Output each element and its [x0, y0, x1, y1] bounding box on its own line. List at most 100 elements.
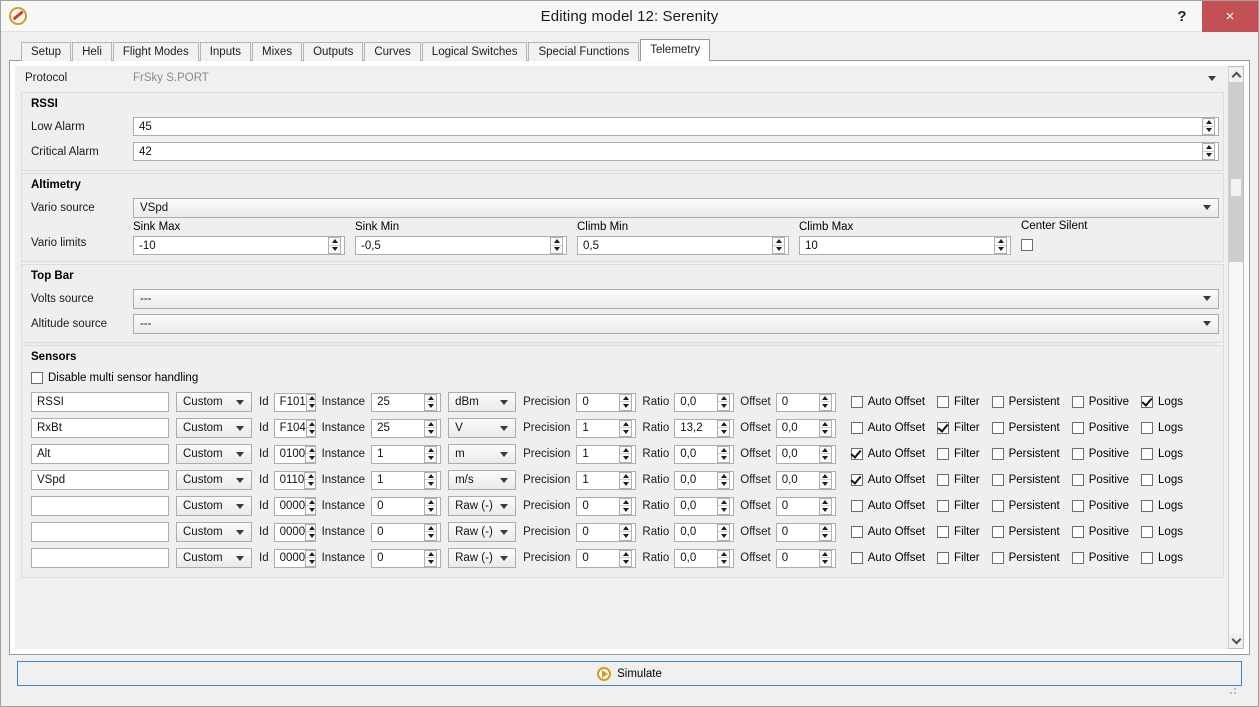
stepper-down-icon[interactable] — [718, 506, 729, 514]
sensor-ratio-input[interactable]: 0,0 — [674, 444, 735, 464]
sensor-instance-stepper[interactable] — [424, 497, 438, 515]
sensor-instance-input[interactable]: 25 — [371, 392, 442, 412]
sensor-ratio-stepper[interactable] — [717, 393, 731, 411]
sensor-type-combo[interactable]: Custom — [176, 496, 252, 516]
sensor-id-stepper[interactable] — [305, 549, 315, 567]
vario-limit-stepper[interactable] — [328, 237, 341, 254]
checkbox-box[interactable] — [850, 422, 863, 434]
persistent-checkbox[interactable]: Persistent — [991, 526, 1060, 538]
sensor-precision-stepper[interactable] — [619, 419, 633, 437]
stepper-up-icon[interactable] — [425, 551, 437, 558]
checkbox-box[interactable] — [1071, 500, 1084, 512]
positive-checkbox[interactable]: Positive — [1071, 526, 1129, 538]
checkbox-box[interactable] — [937, 448, 950, 460]
positive-checkbox[interactable]: Positive — [1071, 552, 1129, 564]
sensor-instance-stepper[interactable] — [424, 393, 438, 411]
checkbox-box[interactable] — [1071, 552, 1084, 564]
checkbox-box[interactable] — [1141, 552, 1154, 564]
checkbox-box[interactable] — [1141, 396, 1154, 408]
tab-telemetry[interactable]: Telemetry — [640, 39, 711, 61]
stepper-down-icon[interactable] — [620, 532, 631, 540]
sensor-name-input[interactable] — [31, 496, 169, 516]
scrollbar-track[interactable] — [1229, 82, 1243, 633]
auto-offset-checkbox[interactable]: Auto Offset — [850, 500, 925, 512]
logs-checkbox[interactable]: Logs — [1141, 396, 1183, 408]
sensor-ratio-stepper[interactable] — [717, 497, 731, 515]
low-alarm-stepper[interactable] — [1202, 118, 1215, 135]
tab-logical-switches[interactable]: Logical Switches — [421, 42, 528, 61]
vario-limit-stepper[interactable] — [994, 237, 1007, 254]
sensor-instance-input[interactable]: 25 — [371, 418, 442, 438]
vertical-scrollbar[interactable] — [1228, 66, 1244, 649]
tab-outputs[interactable]: Outputs — [303, 42, 364, 61]
tab-mixes[interactable]: Mixes — [252, 42, 303, 61]
sensor-unit-combo[interactable]: Raw (-) — [448, 496, 517, 516]
stepper-down-icon[interactable] — [718, 402, 729, 410]
simulate-button[interactable]: Simulate — [17, 661, 1242, 686]
stepper-down-icon[interactable] — [718, 558, 729, 566]
sensor-name-input[interactable]: RxBt — [31, 418, 169, 438]
sensor-instance-input[interactable]: 1 — [371, 444, 442, 464]
sensor-id-stepper[interactable] — [305, 393, 315, 411]
persistent-checkbox[interactable]: Persistent — [991, 552, 1060, 564]
stepper-down-icon[interactable] — [307, 402, 315, 410]
sensor-name-input[interactable] — [31, 522, 169, 542]
stepper-down-icon[interactable] — [306, 454, 315, 462]
stepper-down-icon[interactable] — [718, 428, 729, 436]
sensor-ratio-stepper[interactable] — [717, 523, 731, 541]
stepper-up-icon[interactable] — [306, 421, 315, 428]
checkbox-box[interactable] — [850, 500, 863, 512]
sensor-precision-input[interactable]: 1 — [576, 418, 637, 438]
filter-checkbox[interactable]: Filter — [937, 474, 980, 486]
stepper-up-icon[interactable] — [425, 447, 437, 454]
sensor-unit-combo[interactable]: dBm — [448, 392, 517, 412]
sensor-unit-combo[interactable]: m — [448, 444, 517, 464]
altitude-source-combo[interactable]: --- — [133, 313, 1219, 334]
stepper-up-icon[interactable] — [620, 473, 632, 480]
stepper-up-icon[interactable] — [620, 447, 632, 454]
stepper-down-icon[interactable] — [306, 532, 315, 540]
stepper-down-icon[interactable] — [718, 532, 729, 540]
checkbox-box[interactable] — [1071, 422, 1084, 434]
sensor-name-input[interactable]: Alt — [31, 444, 169, 464]
sensor-offset-stepper[interactable] — [818, 445, 832, 463]
sensor-ratio-stepper[interactable] — [717, 419, 731, 437]
checkbox-box[interactable] — [1141, 526, 1154, 538]
stepper-down-icon[interactable] — [820, 428, 831, 436]
vario-limit-input[interactable]: 10 — [799, 236, 1011, 255]
filter-checkbox[interactable]: Filter — [937, 526, 980, 538]
sensor-precision-stepper[interactable] — [619, 549, 633, 567]
positive-checkbox[interactable]: Positive — [1071, 500, 1129, 512]
stepper-down-icon[interactable] — [773, 246, 784, 254]
volts-source-combo[interactable]: --- — [133, 288, 1219, 309]
sensor-precision-input[interactable]: 0 — [576, 392, 637, 412]
sensor-name-input[interactable]: RSSI — [31, 392, 169, 412]
stepper-up-icon[interactable] — [620, 551, 632, 558]
stepper-down-icon[interactable] — [425, 558, 436, 566]
auto-offset-checkbox[interactable]: Auto Offset — [850, 422, 925, 434]
sensor-ratio-input[interactable]: 0,0 — [674, 522, 735, 542]
checkbox-box[interactable] — [1071, 448, 1084, 460]
sensor-instance-stepper[interactable] — [424, 445, 438, 463]
checkbox-box[interactable] — [991, 500, 1004, 512]
sensor-id-stepper[interactable] — [305, 445, 315, 463]
stepper-up-icon[interactable] — [718, 473, 730, 480]
tab-setup[interactable]: Setup — [21, 42, 72, 61]
sensor-instance-stepper[interactable] — [424, 471, 438, 489]
sensor-precision-input[interactable]: 0 — [576, 548, 637, 568]
stepper-up-icon[interactable] — [620, 395, 632, 402]
sensor-offset-input[interactable]: 0,0 — [775, 444, 836, 464]
checkbox-box[interactable] — [991, 526, 1004, 538]
checkbox-box[interactable] — [991, 396, 1004, 408]
checkbox-box[interactable] — [1071, 396, 1084, 408]
scrollbar-thumb[interactable] — [1229, 82, 1243, 262]
checkbox-box[interactable] — [850, 448, 863, 460]
sensor-id-stepper[interactable] — [304, 471, 315, 489]
help-button[interactable]: ? — [1162, 1, 1202, 32]
sensor-type-combo[interactable]: Custom — [176, 418, 252, 438]
sensor-ratio-stepper[interactable] — [717, 549, 731, 567]
critical-alarm-stepper[interactable] — [1202, 143, 1215, 160]
sensor-offset-input[interactable]: 0,0 — [775, 470, 836, 490]
sensor-id-input[interactable]: 0000 — [273, 548, 316, 568]
stepper-down-icon[interactable] — [995, 246, 1006, 254]
